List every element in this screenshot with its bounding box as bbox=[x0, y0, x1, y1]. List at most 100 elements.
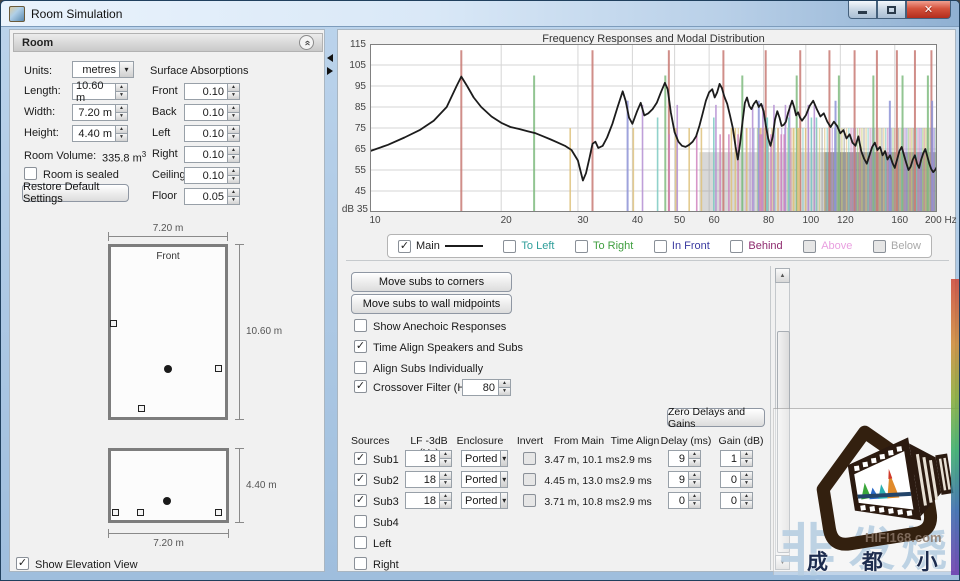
maximize-button[interactable] bbox=[877, 1, 906, 19]
source-enable-checkbox[interactable]: ✓ bbox=[354, 473, 367, 486]
lf-cutoff-spinner[interactable]: 18▲▼ bbox=[405, 450, 452, 467]
spinner-up-button[interactable]: ▲ bbox=[741, 471, 753, 480]
room-dim-spinner[interactable]: 4.40 m▲▼ bbox=[72, 125, 128, 142]
splitter-expand-right-icon[interactable] bbox=[327, 67, 333, 75]
spinner-down-button[interactable]: ▼ bbox=[741, 501, 753, 509]
legend-checkbox[interactable] bbox=[575, 240, 588, 253]
room-dim-spinner-value[interactable]: 7.20 m bbox=[72, 104, 116, 121]
spinner-up-button[interactable]: ▲ bbox=[116, 125, 128, 134]
subwoofer-marker[interactable] bbox=[138, 405, 145, 412]
spinner-down-button[interactable]: ▼ bbox=[228, 113, 240, 121]
enclosure-combobox[interactable]: Ported▾ bbox=[461, 471, 508, 488]
scrollbar-up-button[interactable]: ▲ bbox=[775, 268, 790, 283]
legend-item-below[interactable]: Below bbox=[873, 240, 921, 253]
spinner-up-button[interactable]: ▲ bbox=[228, 125, 240, 134]
lf-cutoff-spinner-value[interactable]: 18 bbox=[405, 450, 440, 467]
subwoofer-marker[interactable] bbox=[137, 509, 144, 516]
source-enable-checkbox[interactable]: ✓ bbox=[354, 494, 367, 507]
close-button[interactable]: ✕ bbox=[906, 1, 951, 19]
room-dim-spinner[interactable]: 7.20 m▲▼ bbox=[72, 104, 128, 121]
legend-item-above[interactable]: Above bbox=[803, 240, 852, 253]
enclosure-combobox-dropdown-button[interactable]: ▾ bbox=[501, 492, 508, 509]
enclosure-combobox-value[interactable]: Ported bbox=[461, 450, 501, 467]
legend-item-in-front[interactable]: In Front bbox=[654, 240, 710, 253]
subwoofer-marker[interactable] bbox=[215, 365, 222, 372]
spinner-down-button[interactable]: ▼ bbox=[228, 155, 240, 163]
spinner-up-button[interactable]: ▲ bbox=[741, 492, 753, 501]
legend-item-behind[interactable]: Behind bbox=[730, 240, 782, 253]
delay-spinner[interactable]: 9▲▼ bbox=[668, 471, 701, 488]
spinner-down-button[interactable]: ▼ bbox=[116, 134, 128, 142]
room-dim-spinner-value[interactable]: 4.40 m bbox=[72, 125, 116, 142]
spinner-down-button[interactable]: ▼ bbox=[440, 480, 452, 488]
absorption-spinner-value[interactable]: 0.10 bbox=[184, 167, 228, 184]
delay-spinner[interactable]: 9▲▼ bbox=[668, 450, 701, 467]
spinner-up-button[interactable]: ▲ bbox=[228, 146, 240, 155]
absorption-spinner-value[interactable]: 0.10 bbox=[184, 146, 228, 163]
units-combobox[interactable]: metres ▾ bbox=[72, 61, 134, 78]
room-top-view[interactable]: Front bbox=[108, 244, 228, 420]
absorption-spinner[interactable]: 0.10▲▼ bbox=[184, 167, 240, 184]
lf-cutoff-spinner-value[interactable]: 18 bbox=[405, 471, 440, 488]
listener-marker[interactable] bbox=[164, 365, 172, 373]
spinner-down-button[interactable]: ▼ bbox=[741, 459, 753, 467]
spinner-down-button[interactable]: ▼ bbox=[228, 92, 240, 100]
gain-spinner-value[interactable]: 0 bbox=[720, 492, 741, 509]
enclosure-combobox[interactable]: Ported▾ bbox=[461, 492, 508, 509]
collapse-panel-button[interactable]: « bbox=[299, 35, 314, 50]
spinner-up-button[interactable]: ▲ bbox=[228, 83, 240, 92]
source-enable-checkbox[interactable] bbox=[354, 557, 367, 570]
control-checkbox[interactable] bbox=[354, 319, 367, 332]
spinner-down-button[interactable]: ▼ bbox=[741, 480, 753, 488]
control-checkbox[interactable]: ✓ bbox=[354, 340, 367, 353]
delay-spinner-value[interactable]: 0 bbox=[668, 492, 689, 509]
control-checkbox[interactable] bbox=[354, 361, 367, 374]
scrollbar-thumb[interactable] bbox=[777, 331, 790, 553]
spinner-up-button[interactable]: ▲ bbox=[689, 492, 701, 501]
source-enable-checkbox[interactable] bbox=[354, 515, 367, 528]
absorption-spinner[interactable]: 0.10▲▼ bbox=[184, 104, 240, 121]
spinner-down-button[interactable]: ▼ bbox=[689, 480, 701, 488]
gain-spinner[interactable]: 0▲▼ bbox=[720, 471, 753, 488]
spinner-up-button[interactable]: ▲ bbox=[440, 492, 452, 501]
splitter-collapse-left-icon[interactable] bbox=[327, 54, 333, 62]
enclosure-combobox-dropdown-button[interactable]: ▾ bbox=[501, 471, 508, 488]
lf-cutoff-spinner[interactable]: 18▲▼ bbox=[405, 492, 452, 509]
enclosure-combobox-value[interactable]: Ported bbox=[461, 471, 501, 488]
spinner-down-button[interactable]: ▼ bbox=[116, 113, 128, 121]
crossover-filter-checkbox[interactable]: ✓ bbox=[354, 380, 367, 393]
invert-checkbox[interactable] bbox=[523, 452, 536, 465]
lf-cutoff-spinner-value[interactable]: 18 bbox=[405, 492, 440, 509]
spinner-up-button[interactable]: ▲ bbox=[228, 167, 240, 176]
legend-checkbox[interactable] bbox=[654, 240, 667, 253]
spinner-up-button[interactable]: ▲ bbox=[440, 450, 452, 459]
legend-item-to-right[interactable]: To Right bbox=[575, 240, 633, 253]
absorption-spinner[interactable]: 0.05▲▼ bbox=[184, 188, 240, 205]
spinner-up-button[interactable]: ▲ bbox=[228, 188, 240, 197]
legend-checkbox[interactable]: ✓ bbox=[398, 240, 411, 253]
lf-cutoff-spinner[interactable]: 18▲▼ bbox=[405, 471, 452, 488]
spinner-down-button[interactable]: ▼ bbox=[116, 92, 128, 100]
absorption-spinner-value[interactable]: 0.05 bbox=[184, 188, 228, 205]
gain-spinner-value[interactable]: 0 bbox=[720, 471, 741, 488]
spinner-up-button[interactable]: ▲ bbox=[689, 450, 701, 459]
legend-item-to-left[interactable]: To Left bbox=[503, 240, 554, 253]
spinner-down-button[interactable]: ▼ bbox=[440, 501, 452, 509]
absorption-spinner-value[interactable]: 0.10 bbox=[184, 125, 228, 142]
enclosure-combobox-dropdown-button[interactable]: ▾ bbox=[501, 450, 508, 467]
spinner-up-button[interactable]: ▲ bbox=[499, 379, 511, 388]
gain-spinner-value[interactable]: 1 bbox=[720, 450, 741, 467]
spinner-up-button[interactable]: ▲ bbox=[741, 450, 753, 459]
spinner-down-button[interactable]: ▼ bbox=[689, 459, 701, 467]
subwoofer-marker[interactable] bbox=[215, 509, 222, 516]
spinner-up-button[interactable]: ▲ bbox=[116, 83, 128, 92]
room-dim-spinner[interactable]: 10.60 m▲▼ bbox=[72, 83, 128, 100]
spinner-up-button[interactable]: ▲ bbox=[689, 471, 701, 480]
delay-spinner[interactable]: 0▲▼ bbox=[668, 492, 701, 509]
spinner-down-button[interactable]: ▼ bbox=[440, 459, 452, 467]
spinner-down-button[interactable]: ▼ bbox=[689, 501, 701, 509]
scrollbar-down-button[interactable]: ▼ bbox=[775, 555, 790, 570]
invert-checkbox[interactable] bbox=[523, 473, 536, 486]
delay-spinner-value[interactable]: 9 bbox=[668, 450, 689, 467]
subwoofer-marker[interactable] bbox=[110, 320, 117, 327]
